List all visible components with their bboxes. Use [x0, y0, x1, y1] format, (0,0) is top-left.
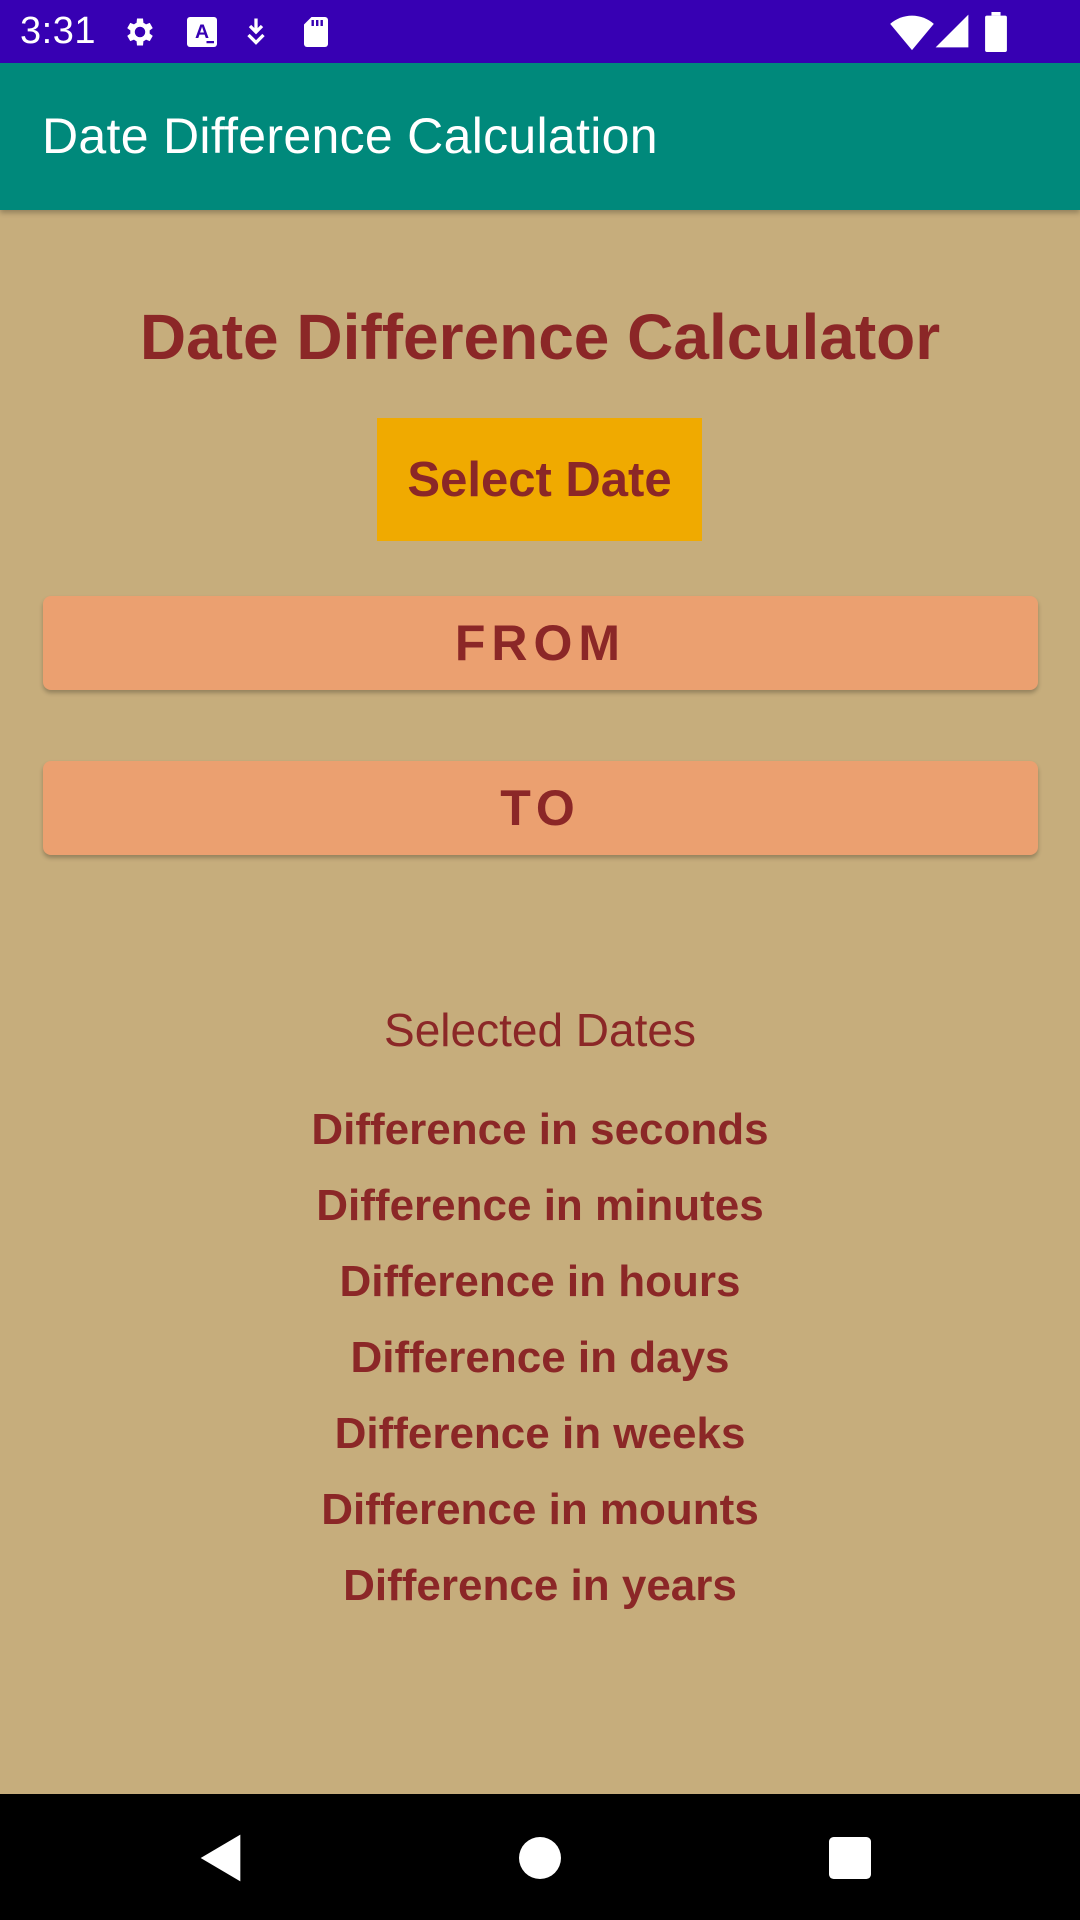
app-bar: Date Difference Calculation [0, 63, 1080, 210]
battery-icon [985, 12, 1007, 52]
difference-list: Difference in seconds Difference in minu… [0, 1100, 1080, 1632]
status-time: 3:31 [20, 10, 96, 52]
difference-seconds: Difference in seconds [311, 1105, 769, 1154]
select-date-button[interactable]: Select Date [377, 418, 702, 541]
gear-icon [127, 18, 153, 46]
difference-months: Difference in mounts [321, 1485, 759, 1534]
signal-icon [935, 14, 969, 48]
difference-weeks: Difference in weeks [334, 1409, 746, 1458]
download-icon [247, 18, 265, 45]
home-icon[interactable] [512, 1830, 568, 1886]
a-notification-icon: A [187, 17, 217, 47]
difference-days: Difference in days [350, 1333, 730, 1382]
app-bar-title: Date Difference Calculation [42, 108, 658, 164]
difference-hours: Difference in hours [339, 1257, 741, 1306]
app-screen: 3:31 A Date Difference Calculation Date … [0, 0, 1080, 1920]
sd-card-icon [304, 17, 328, 47]
wifi-icon [890, 15, 934, 51]
from-button[interactable]: FROM [43, 596, 1038, 690]
difference-years: Difference in years [343, 1561, 737, 1610]
to-button[interactable]: TO [43, 761, 1038, 855]
selected-dates-label: Selected Dates [384, 1004, 696, 1056]
back-icon[interactable] [196, 1830, 252, 1886]
navigation-bar [0, 1794, 1080, 1920]
svg-text:A: A [195, 21, 209, 43]
difference-minutes: Difference in minutes [316, 1181, 764, 1230]
page-title: Date Difference Calculator [139, 301, 941, 373]
recents-icon[interactable] [822, 1830, 878, 1886]
status-bar: 3:31 A [0, 0, 1080, 63]
